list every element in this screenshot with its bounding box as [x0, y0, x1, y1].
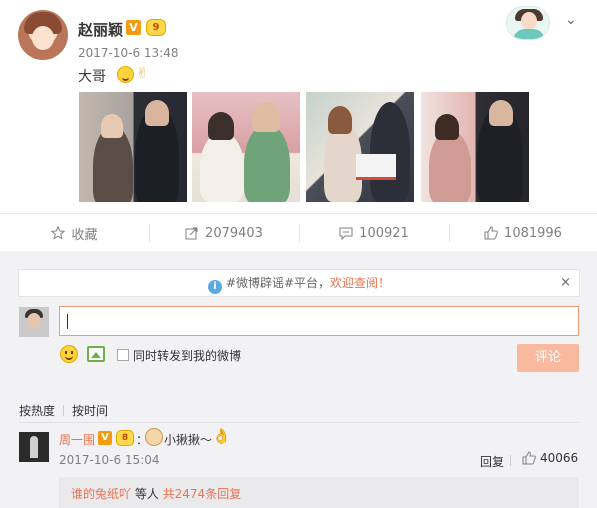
sub-reply-connector: 等人	[131, 487, 163, 501]
sub-reply-count-link[interactable]: 共2474条回复	[163, 487, 242, 501]
image-upload-icon[interactable]	[87, 346, 105, 362]
avatar-face	[32, 26, 54, 50]
post-photo-3[interactable]	[306, 92, 414, 202]
thumbs-up-icon	[522, 451, 536, 465]
post-action-bar: 收藏 2079403 100921 1081996	[0, 213, 597, 251]
notice-link[interactable]: 欢迎查阅！	[330, 276, 390, 290]
post-photo-2[interactable]	[192, 92, 300, 202]
comment-sort-bar: 按热度 按时间	[19, 402, 108, 419]
like-count: 1081996	[504, 225, 562, 241]
close-icon[interactable]: ×	[560, 270, 571, 296]
comment-count: 100921	[359, 225, 409, 241]
commenter-avatar[interactable]	[19, 432, 49, 462]
forward-button[interactable]: 2079403	[149, 214, 299, 252]
author-avatar[interactable]	[18, 10, 68, 60]
forward-icon	[185, 227, 198, 240]
sticker-emoji-icon	[145, 428, 163, 446]
forward-count: 2079403	[205, 225, 263, 241]
emoji-picker-icon[interactable]	[60, 345, 78, 363]
chevron-down-icon[interactable]: ⌄	[565, 13, 577, 27]
submit-comment-button[interactable]: 评论	[517, 344, 579, 372]
ok-hand-emoji-icon: 👌	[212, 427, 231, 445]
sync-repost-label[interactable]: 同时转发到我的微博	[133, 347, 241, 364]
divider	[510, 455, 511, 466]
post-photo-1[interactable]	[79, 92, 187, 202]
sort-by-time-tab[interactable]: 按时间	[72, 402, 108, 419]
divider	[19, 422, 579, 423]
verified-badge-icon: V	[98, 431, 112, 445]
post-time[interactable]: 2017-10-6 13:48	[78, 46, 179, 60]
self-avatar[interactable]	[19, 307, 49, 337]
sub-replies-summary[interactable]: 谁的兔纸吖 等人 共2474条回复	[59, 477, 579, 508]
comment-text: 小揪揪～	[164, 433, 213, 447]
favorite-label: 收藏	[71, 227, 98, 243]
text-caret	[67, 314, 68, 329]
comment-icon	[339, 227, 353, 240]
avatar-figure	[30, 436, 38, 458]
info-icon: i	[207, 280, 222, 294]
comment-like-count: 40066	[540, 451, 579, 465]
level-badge-icon: 9	[146, 19, 166, 36]
avatar-body	[513, 29, 545, 39]
level-badge-icon: 8	[116, 430, 134, 446]
post-photo-4[interactable]	[421, 92, 529, 202]
post-text: 大哥	[78, 69, 106, 85]
commenter-name[interactable]: 周一围	[59, 431, 95, 448]
notice-topic-link[interactable]: #微博辟谣#平台，	[226, 276, 330, 290]
rumor-notice-banner: i #微博辟谣#平台，欢迎查阅！ ×	[18, 269, 580, 297]
avatar-face	[27, 313, 41, 329]
avatar-face	[521, 12, 537, 30]
sync-repost-checkbox[interactable]	[117, 349, 129, 361]
comment-like-button[interactable]: 40066	[522, 451, 578, 465]
divider	[63, 405, 65, 416]
comment-input[interactable]	[59, 306, 579, 336]
comment-button[interactable]: 100921	[299, 214, 449, 252]
grin-emoji-icon	[117, 66, 134, 83]
victory-hand-emoji-icon: ✌	[136, 64, 149, 82]
author-name[interactable]: 赵丽颖	[78, 19, 123, 40]
favorite-button[interactable]: 收藏	[0, 214, 149, 252]
current-user-avatar[interactable]	[506, 6, 550, 40]
reply-button[interactable]: 回复	[480, 453, 504, 470]
sort-by-hot-tab[interactable]: 按热度	[19, 402, 55, 419]
thumbs-up-icon	[484, 226, 498, 240]
sub-reply-user[interactable]: 谁的兔纸吖	[71, 487, 131, 501]
like-button[interactable]: 1081996	[449, 214, 597, 252]
star-icon	[51, 226, 66, 240]
comment-time: 2017-10-6 15:04	[59, 453, 160, 467]
verified-badge-icon: V	[126, 20, 141, 35]
comment-section: i #微博辟谣#平台，欢迎查阅！ × 同时转发到我的微博 评论 按热度 按时间 周一…	[0, 251, 597, 508]
